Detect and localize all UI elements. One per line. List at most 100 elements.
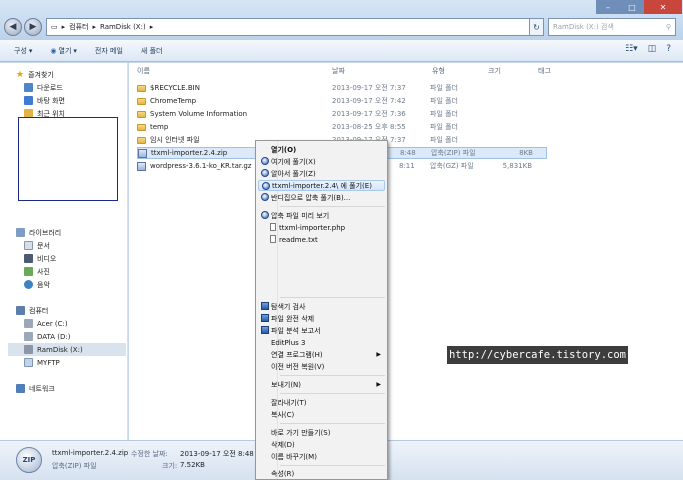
zip-icon: ZIP: [16, 447, 42, 473]
library-icon: [16, 228, 25, 237]
menu-separator: [280, 206, 385, 207]
bandizip-icon: [261, 157, 269, 165]
address-bar[interactable]: ▭ ▸ 컴퓨터 ▸ RamDisk (X:) ▸: [46, 18, 530, 36]
chevron-down-icon: ▾: [73, 46, 77, 55]
maximize-button[interactable]: □: [620, 0, 644, 14]
chevron-right-icon: ▸: [92, 23, 96, 31]
zip-icon: [138, 148, 147, 158]
folder-icon: [137, 110, 146, 118]
new-folder-button[interactable]: 새 폴더: [141, 46, 163, 56]
nav-favorites[interactable]: ★ 즐겨찾기: [16, 68, 144, 81]
file-row[interactable]: $RECYCLE.BIN 2013-09-17 오전 7:37 파일 폴더: [137, 82, 547, 94]
forward-icon[interactable]: ▶: [24, 18, 42, 36]
menu-separator: [280, 375, 385, 376]
menu-preview[interactable]: 압축 파일 미리 보기: [258, 210, 385, 221]
menu-extract-folder[interactable]: ttxml-importer.2.4\ 에 풀기(E): [258, 180, 385, 191]
menu-extract-here[interactable]: 여기에 풀기(X): [258, 156, 385, 167]
menu-preview-file[interactable]: ttxml-importer.php: [258, 222, 385, 233]
column-type[interactable]: 유형: [432, 66, 445, 76]
bandizip-icon: [261, 169, 269, 177]
file-row[interactable]: System Volume Information 2013-09-17 오전 …: [137, 108, 547, 120]
menu-extract-auto[interactable]: 알아서 풀기(Z): [258, 168, 385, 179]
nav-libraries[interactable]: 라이브러리: [16, 226, 144, 239]
column-date[interactable]: 날짜: [332, 66, 345, 76]
bandizip-icon: [261, 211, 269, 219]
menu-open[interactable]: 열기(O): [258, 144, 385, 155]
status-size-label: 크기:: [162, 462, 178, 470]
command-toolbar: 구성 ▾ ◉ 열기 ▾ 전자 메일 새 폴더: [0, 40, 683, 62]
help-icon[interactable]: ?: [666, 44, 671, 54]
folder-icon: [137, 84, 146, 92]
menu-scan[interactable]: 탐색기 검사: [258, 301, 385, 312]
menu-report[interactable]: 파일 분석 보고서: [258, 325, 385, 336]
menu-send-to[interactable]: 보내기(N) ▶: [258, 379, 385, 390]
status-modified-value: 2013-09-17 오전 8:48: [180, 450, 254, 458]
menu-separator: [280, 297, 385, 298]
redacted-area: [18, 117, 118, 201]
computer-icon: ▭: [51, 23, 58, 31]
status-type: 압축(ZIP) 파일: [52, 462, 97, 470]
network-icon: [16, 384, 25, 393]
chevron-down-icon: ▾: [28, 46, 33, 55]
archive-icon: [137, 161, 146, 171]
email-button[interactable]: 전자 메일: [95, 46, 123, 56]
menu-properties[interactable]: 속성(R): [258, 468, 385, 479]
preview-pane-icon[interactable]: ◫: [648, 44, 657, 54]
document-icon: [24, 241, 33, 250]
folder-icon: [137, 97, 146, 105]
organize-button[interactable]: 구성 ▾: [14, 46, 32, 56]
menu-extract-dialog[interactable]: 반디집으로 압축 풀기(B)...: [258, 192, 385, 203]
menu-separator: [280, 465, 385, 466]
chevron-right-icon: ▸: [149, 23, 154, 31]
menu-cut[interactable]: 잘라내기(T): [258, 397, 385, 408]
menu-open-with[interactable]: 연결 프로그램(H) ▶: [258, 349, 385, 360]
column-tags[interactable]: 태그: [538, 66, 551, 76]
menu-wipe[interactable]: 파일 완전 삭제: [258, 313, 385, 324]
nav-drive-x[interactable]: RamDisk (X:): [8, 343, 126, 356]
nav-computer[interactable]: 컴퓨터: [16, 304, 144, 317]
menu-restore[interactable]: 이전 버전 복원(V): [258, 361, 385, 372]
view-options-icon[interactable]: ☷▾: [625, 44, 638, 54]
menu-create-shortcut[interactable]: 바로 가기 만들기(S): [258, 427, 385, 438]
ftp-icon: [24, 358, 33, 367]
chevron-right-icon: ▶: [376, 351, 381, 358]
search-input[interactable]: RamDisk (X:) 검색 ⚲: [548, 18, 676, 36]
music-icon: [24, 280, 33, 289]
chevron-right-icon: ▶: [376, 381, 381, 388]
drive-icon: [24, 319, 33, 328]
breadcrumb-ramdisk[interactable]: RamDisk (X:): [100, 23, 146, 31]
video-icon: [24, 254, 33, 263]
desktop-icon: [24, 96, 33, 105]
column-size[interactable]: 크기: [488, 66, 501, 76]
file-icon: [270, 235, 276, 243]
status-filename: ttxml-importer.2.4.zip: [52, 449, 129, 457]
search-icon: ⚲: [665, 23, 671, 31]
file-row[interactable]: ChromeTemp 2013-09-17 오전 7:42 파일 폴더: [137, 95, 547, 107]
refresh-icon[interactable]: ↻: [530, 18, 544, 36]
picture-icon: [24, 267, 33, 276]
column-name[interactable]: 이름: [137, 66, 150, 76]
open-icon: ◉: [50, 46, 57, 55]
open-button[interactable]: ◉ 열기 ▾: [50, 46, 77, 56]
menu-copy[interactable]: 복사(C): [258, 409, 385, 420]
menu-rename[interactable]: 이름 바꾸기(M): [258, 451, 385, 462]
menu-delete[interactable]: 삭제(D): [258, 439, 385, 450]
bandizip-icon: [262, 182, 270, 190]
menu-editplus[interactable]: EditPlus 3: [258, 337, 385, 348]
minimize-button[interactable]: –: [596, 0, 620, 14]
file-row[interactable]: temp 2013-08-25 오후 8:55 파일 폴더: [137, 121, 547, 133]
menu-separator: [280, 393, 385, 394]
view-controls: ☷▾ ◫ ?: [625, 44, 671, 54]
menu-preview-file[interactable]: readme.txt: [258, 234, 385, 245]
folder-icon: [137, 136, 146, 144]
star-icon: ★: [16, 69, 25, 80]
bandizip-icon: [261, 193, 269, 201]
breadcrumb-computer[interactable]: 컴퓨터: [69, 22, 88, 32]
back-icon[interactable]: ◀: [4, 18, 22, 36]
context-menu: 열기(O) 여기에 풀기(X) 알아서 풀기(Z) ttxml-importer…: [255, 140, 388, 480]
nav-network[interactable]: 네트워크: [16, 382, 144, 395]
drive-icon: [24, 332, 33, 341]
chevron-right-icon: ▸: [61, 23, 66, 31]
close-button[interactable]: ✕: [644, 0, 682, 14]
drive-icon: [24, 345, 33, 354]
